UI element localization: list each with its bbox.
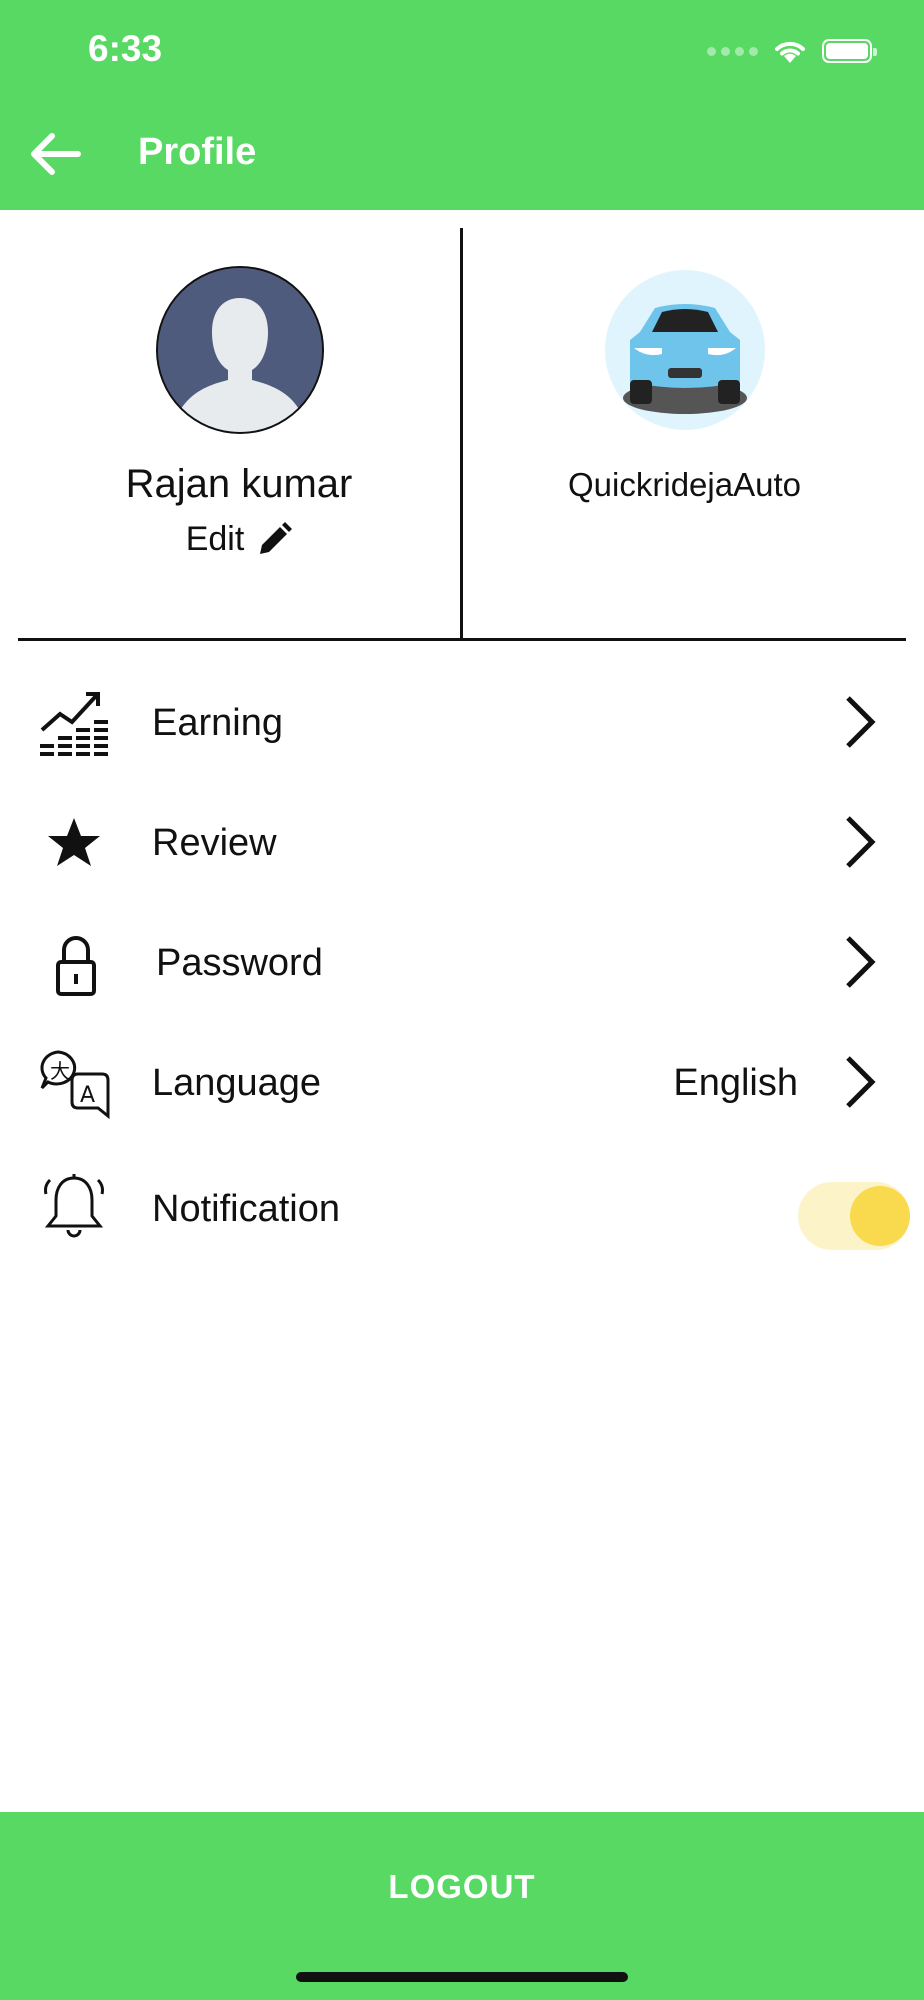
chevron-right-icon [846, 936, 876, 988]
car-icon [605, 270, 765, 430]
pencil-icon [260, 521, 293, 554]
menu-item-label: Earning [152, 702, 283, 744]
menu-item-password[interactable]: Password [0, 900, 924, 1020]
chevron-right-icon [846, 696, 876, 748]
language-value: English [673, 1062, 798, 1104]
vehicle-image [600, 270, 770, 430]
chevron-right-icon [846, 1056, 876, 1108]
vertical-divider [460, 228, 463, 638]
user-avatar-icon [158, 268, 322, 432]
battery-icon [822, 39, 877, 63]
translate-icon: 大 A [40, 1050, 110, 1120]
status-time: 6:33 [88, 28, 163, 69]
logout-label: LOGOUT [388, 1868, 536, 1905]
menu-item-label: Notification [152, 1188, 340, 1230]
wifi-icon [775, 41, 805, 63]
star-icon [48, 818, 100, 866]
menu-item-label: Password [156, 942, 323, 984]
logout-button[interactable]: LOGOUT [0, 1812, 924, 2000]
profile-menu: Earning Review Password 大 A Language Eng… [0, 660, 924, 1270]
svg-text:A: A [80, 1083, 95, 1108]
menu-item-earning[interactable]: Earning [0, 660, 924, 780]
edit-profile-button[interactable]: Edit [0, 520, 478, 559]
user-avatar[interactable] [156, 266, 324, 434]
menu-item-language[interactable]: 大 A Language English [0, 1020, 924, 1140]
svg-text:大: 大 [50, 1059, 70, 1083]
menu-item-notification: Notification [0, 1140, 924, 1270]
profile-section: Rajan kumar Edit QuickridejaAuto [0, 210, 924, 641]
chevron-right-icon [846, 816, 876, 868]
signal-icon [707, 46, 758, 56]
horizontal-divider [18, 638, 906, 641]
bell-icon [44, 1174, 104, 1238]
menu-item-label: Language [152, 1062, 322, 1104]
page-title: Profile [138, 131, 257, 173]
home-indicator [296, 1972, 628, 1982]
lock-icon [56, 936, 96, 996]
notification-toggle[interactable] [798, 1182, 910, 1250]
earning-chart-icon [40, 692, 108, 756]
back-button[interactable] [26, 124, 86, 184]
status-icons [707, 36, 877, 66]
toggle-knob [850, 1186, 910, 1246]
menu-item-review[interactable]: Review [0, 780, 924, 900]
vehicle-name: QuickridejaAuto [568, 466, 801, 503]
edit-label: Edit [185, 520, 245, 558]
menu-item-label: Review [152, 822, 277, 864]
app-header: 6:33 Profile [0, 0, 924, 210]
user-name: Rajan kumar [125, 462, 353, 506]
arrow-left-icon [31, 133, 81, 175]
